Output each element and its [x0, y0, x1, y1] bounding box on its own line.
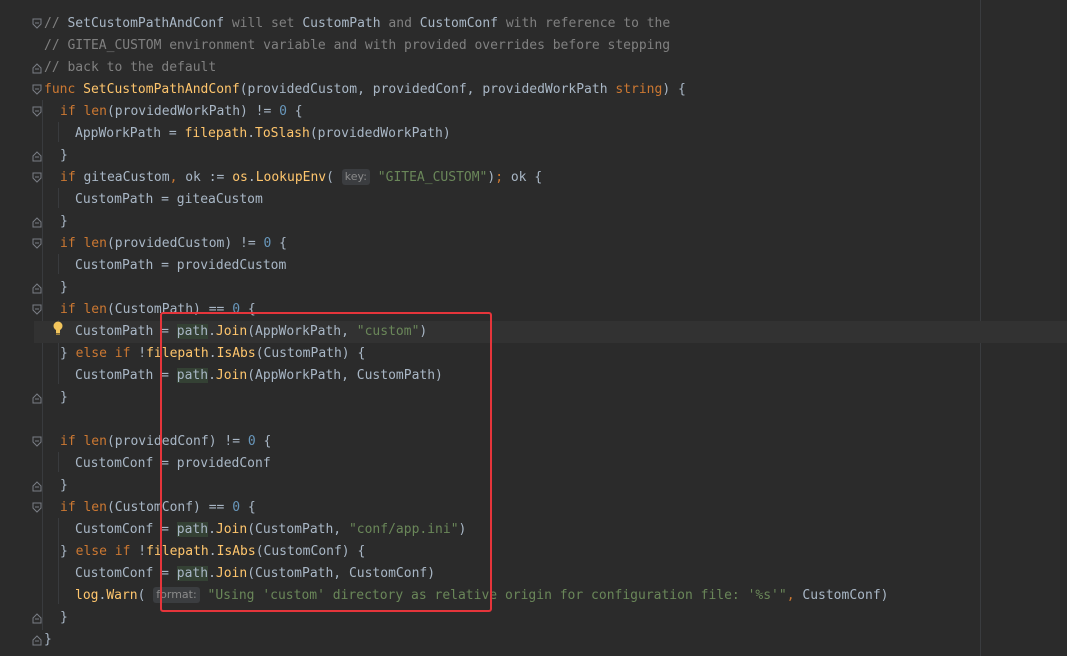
editor-gutter: [0, 0, 34, 656]
fold-end-icon[interactable]: [32, 634, 42, 646]
fold-collapse-icon[interactable]: [32, 84, 42, 96]
inlay-hint-key: key:: [341, 169, 370, 185]
code-line[interactable]: }: [34, 277, 1067, 299]
code-line[interactable]: } else if !filepath.IsAbs(CustomConf) {: [34, 541, 1067, 563]
fold-collapse-icon[interactable]: [32, 502, 42, 514]
code-line[interactable]: }: [34, 607, 1067, 629]
code-line[interactable]: }: [34, 211, 1067, 233]
code-line[interactable]: CustomConf = path.Join(CustomPath, Custo…: [34, 563, 1067, 585]
code-line[interactable]: if len(providedWorkPath) != 0 {: [34, 101, 1067, 123]
fold-end-icon[interactable]: [32, 612, 42, 624]
fold-end-icon[interactable]: [32, 282, 42, 294]
code-line[interactable]: }: [34, 629, 1067, 651]
code-editor[interactable]: // SetCustomPathAndConf will set CustomP…: [0, 0, 1067, 656]
code-line[interactable]: }: [34, 475, 1067, 497]
code-area[interactable]: // SetCustomPathAndConf will set CustomP…: [34, 0, 1067, 656]
code-line[interactable]: CustomPath = giteaCustom: [34, 189, 1067, 211]
fold-end-icon[interactable]: [32, 392, 42, 404]
lightbulb-icon[interactable]: [52, 321, 64, 335]
code-line[interactable]: AppWorkPath = filepath.ToSlash(providedW…: [34, 123, 1067, 145]
fold-collapse-icon[interactable]: [32, 436, 42, 448]
fold-collapse-icon[interactable]: [32, 238, 42, 250]
fold-end-icon[interactable]: [32, 480, 42, 492]
code-line[interactable]: log.Warn( format: "Using 'custom' direct…: [34, 585, 1067, 607]
code-line[interactable]: }: [34, 145, 1067, 167]
code-line[interactable]: if len(providedConf) != 0 {: [34, 431, 1067, 453]
code-line[interactable]: if giteaCustom, ok := os.LookupEnv( key:…: [34, 167, 1067, 189]
code-line[interactable]: if len(CustomConf) == 0 {: [34, 497, 1067, 519]
inlay-hint-format: format:: [153, 587, 200, 603]
code-line[interactable]: // back to the default: [34, 57, 1067, 79]
code-line[interactable]: if len(providedCustom) != 0 {: [34, 233, 1067, 255]
fold-collapse-icon[interactable]: [32, 106, 42, 118]
fold-end-icon[interactable]: [32, 150, 42, 162]
code-line[interactable]: func SetCustomPathAndConf(providedCustom…: [34, 79, 1067, 101]
code-line[interactable]: [34, 409, 1067, 431]
code-line[interactable]: CustomPath = path.Join(AppWorkPath, Cust…: [34, 365, 1067, 387]
code-line-current[interactable]: CustomPath = path.Join(AppWorkPath, "cus…: [34, 321, 1067, 343]
code-line[interactable]: // GITEA_CUSTOM environment variable and…: [34, 35, 1067, 57]
fold-end-icon[interactable]: [32, 62, 42, 74]
code-line[interactable]: CustomPath = providedCustom: [34, 255, 1067, 277]
code-line[interactable]: if len(CustomPath) == 0 {: [34, 299, 1067, 321]
code-line[interactable]: } else if !filepath.IsAbs(CustomPath) {: [34, 343, 1067, 365]
fold-collapse-icon[interactable]: [32, 18, 42, 30]
code-line[interactable]: // SetCustomPathAndConf will set CustomP…: [34, 13, 1067, 35]
fold-collapse-icon[interactable]: [32, 172, 42, 184]
code-line[interactable]: }: [34, 387, 1067, 409]
fold-end-icon[interactable]: [32, 216, 42, 228]
fold-collapse-icon[interactable]: [32, 304, 42, 316]
code-line[interactable]: CustomConf = providedConf: [34, 453, 1067, 475]
code-line[interactable]: CustomConf = path.Join(CustomPath, "conf…: [34, 519, 1067, 541]
